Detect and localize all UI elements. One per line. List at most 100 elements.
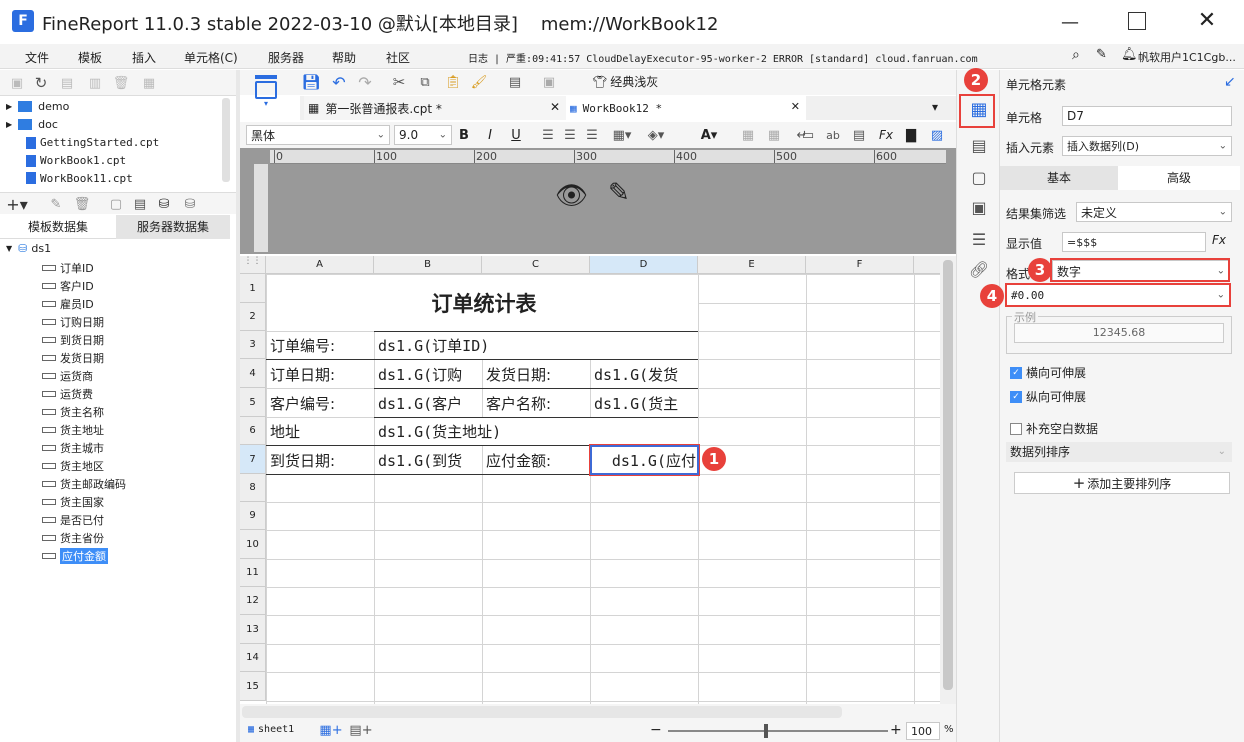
align-right-icon[interactable]: ☰ [584,126,600,144]
close-button[interactable]: ✕ [1196,8,1218,33]
row-header[interactable]: 9 [240,502,266,530]
row-header[interactable]: 3 [240,331,266,359]
edit-dataset-icon[interactable]: ✎ [48,195,64,213]
insert-field-icon[interactable]: ▭ [800,126,816,144]
tab-advanced[interactable]: 高级 [1118,166,1240,190]
dataset-field[interactable]: 货主名称 [42,404,104,420]
dataset-field[interactable]: 订单ID [42,260,94,276]
row-header[interactable]: 4 [240,359,266,388]
h-scrollbar[interactable] [242,706,842,718]
dataset-field[interactable]: 到货日期 [42,332,104,348]
row-header[interactable]: 8 [240,474,266,502]
add-sort-button[interactable]: + 添加主要排列序 [1014,472,1230,494]
add-poly-sheet-icon[interactable]: ▤+ [349,722,372,738]
zoom-out-button[interactable]: − [650,722,662,738]
vertical-expand-checkbox[interactable]: ✓ 纵向可伸展 [1010,388,1086,405]
cell-b7[interactable]: ds1.G(到货 [375,446,482,474]
cell-input[interactable]: D7 [1062,106,1232,126]
align-left-icon[interactable]: ☰ [540,126,556,144]
v-scrollbar[interactable] [940,256,956,704]
cell-c5[interactable]: 客户名称: [483,389,590,417]
column-header[interactable]: B [374,256,482,274]
classic-gray-button[interactable]: 👕︎ 经典浅灰 [592,73,658,90]
doc-tab-workbook12[interactable]: ▦ WorkBook12 * ✕ [566,96,806,120]
cell-a4[interactable]: 订单日期: [267,360,374,388]
column-header[interactable]: A [266,256,374,274]
row-header[interactable]: 1 [240,274,266,303]
chart-icon[interactable]: ▇ [902,126,920,144]
row-header[interactable]: 6 [240,417,266,445]
bold-icon[interactable]: B [456,126,472,144]
tab-basic[interactable]: 基本 [1000,166,1118,190]
template-type-icon[interactable]: ▾ [252,74,280,108]
report-title[interactable]: 订单统计表 [267,275,698,331]
row-header[interactable]: 10 [240,530,266,559]
dataset-field[interactable]: 货主省份 [42,530,104,546]
zoom-slider[interactable] [668,730,888,732]
cell-d5[interactable]: ds1.G(货主 [591,389,698,417]
corner-cell[interactable]: ⋮⋮ [240,256,266,274]
dataset-node[interactable]: ▼ ⛁ ds1 [6,242,51,255]
delete-icon[interactable]: 🗑︎ [112,74,130,92]
insert-text-icon[interactable]: ab [824,126,842,144]
cell-a7[interactable]: 到货日期: [267,446,374,474]
template-icon[interactable]: ▤ [506,73,524,91]
tree-file[interactable]: GettingStarted.cpt [26,136,159,149]
maximize-button[interactable] [1128,12,1146,30]
menu-cell[interactable]: 单元格(C) [184,49,238,66]
dataset-field[interactable]: 货主地址 [42,422,104,438]
cell-a3[interactable]: 订单编号: [267,332,374,359]
close-tab-icon[interactable]: ✕ [791,100,800,113]
condition-icon[interactable]: ☰ [965,226,993,252]
column-header[interactable]: E [698,256,806,274]
zoom-in-button[interactable]: + [890,722,902,738]
preview-dataset-icon[interactable]: ▢ [108,195,124,213]
menu-insert[interactable]: 插入 [132,49,156,66]
align-center-icon[interactable]: ☰ [562,126,578,144]
menu-file[interactable]: 文件 [25,49,49,66]
horizontal-expand-checkbox[interactable]: ✓ 横向可伸展 [1010,364,1086,381]
preview-icon[interactable]: ▣ [540,73,558,91]
menu-template[interactable]: 模板 [78,49,102,66]
row-header[interactable]: 2 [240,303,266,331]
tab-menu-icon[interactable]: ▾ [932,100,938,114]
search-icon[interactable]: ⌕ [1072,47,1080,63]
menu-server[interactable]: 服务器 [268,49,304,66]
row-header[interactable]: 13 [240,615,266,644]
unmerge-icon[interactable]: ▦ [766,126,782,144]
cell-c7[interactable]: 应付金额: [483,446,590,474]
cell-c4[interactable]: 发货日期: [483,360,590,388]
font-size-select[interactable]: 9.0 ⌄ [394,125,452,145]
border-icon[interactable]: ▦▾ [610,126,634,144]
dataset-field[interactable]: 发货日期 [42,350,104,366]
copy-icon[interactable]: ⧉ [416,73,434,91]
font-color-icon[interactable]: A▾ [696,126,722,144]
dataset-config-icon[interactable]: ▤ [132,195,148,213]
delete-dataset-icon[interactable]: 🗑︎ [74,195,91,213]
save-icon[interactable]: 💾︎ [301,73,320,91]
database-icon[interactable]: ⛁ [156,195,172,213]
tree-folder-demo[interactable]: ▶ demo [6,100,69,113]
insert-element-select[interactable]: 插入数据列(D) ⌄ [1062,136,1232,156]
fill-blank-checkbox[interactable]: 补充空白数据 [1010,420,1098,437]
dataset-field[interactable]: 运货商 [42,368,93,384]
dataset-field[interactable]: 订购日期 [42,314,104,330]
tree-scrollbar[interactable] [222,98,230,182]
tab-server-dataset[interactable]: 服务器数据集 [116,215,230,239]
cell-b6[interactable]: ds1.G(货主地址) [375,418,698,445]
pencil-icon[interactable]: ✎ [608,178,630,208]
dataset-field[interactable]: 运货费 [42,386,93,402]
refresh-icon[interactable]: ↻ [32,74,50,92]
menu-community[interactable]: 社区 [386,49,410,66]
dataset-field[interactable]: 货主邮政编码 [42,476,126,492]
merge-icon[interactable]: ▦ [740,126,756,144]
cell-b3[interactable]: ds1.G(订单ID) [375,332,698,359]
redo-icon[interactable]: ↷ [356,73,374,92]
cell-b4[interactable]: ds1.G(订购 [375,360,482,388]
menu-help[interactable]: 帮助 [332,49,356,66]
dataset-field[interactable]: 货主城市 [42,440,104,456]
new-folder-icon[interactable]: ▣ [8,74,26,92]
font-select[interactable]: 黑体 ⌄ [246,125,390,145]
tree-file[interactable]: WorkBook1.cpt [26,154,126,167]
cell-a5[interactable]: 客户编号: [267,389,374,417]
